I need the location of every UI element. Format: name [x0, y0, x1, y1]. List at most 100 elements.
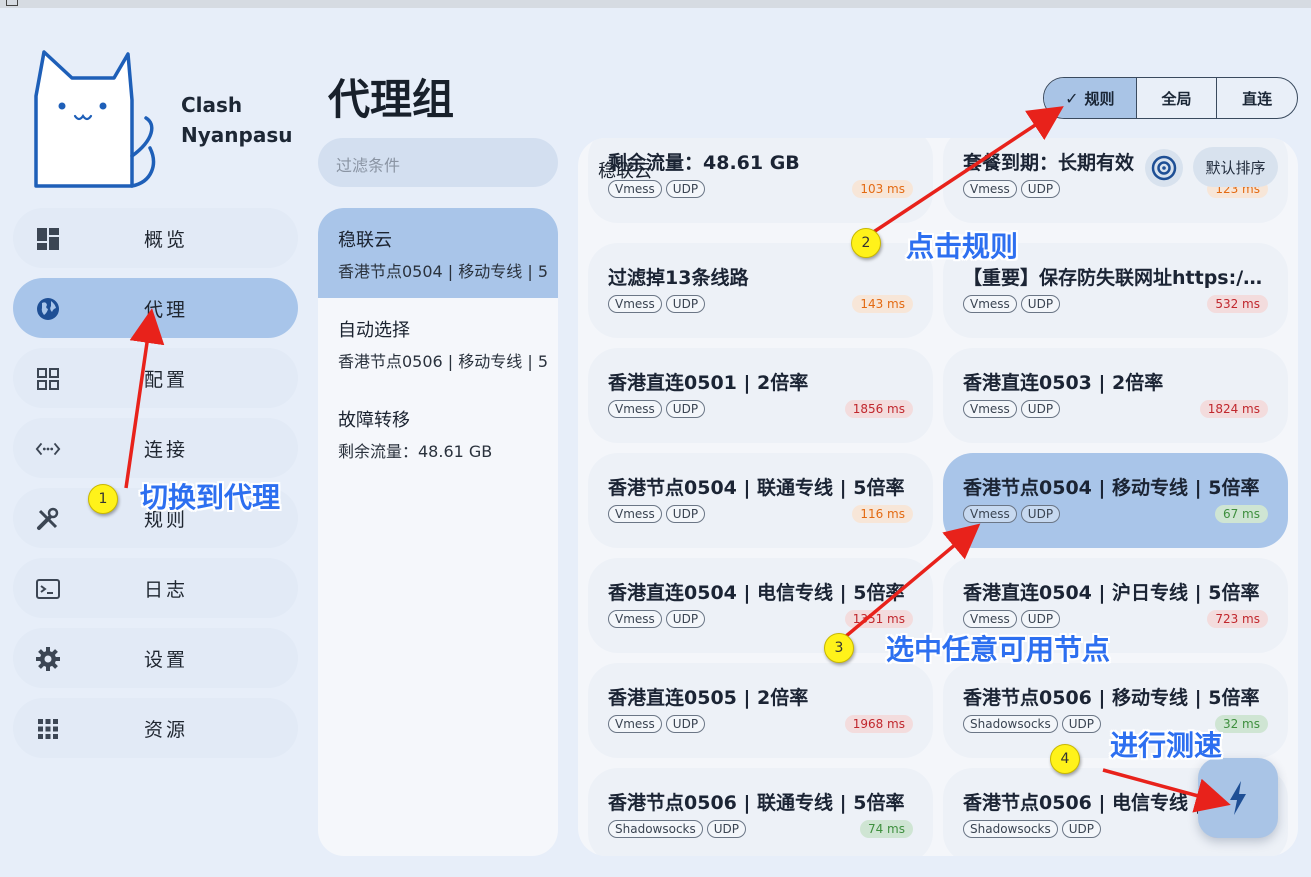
mode-rule-button[interactable]: ✓ 规则 — [1044, 78, 1136, 118]
window-menu-icon[interactable] — [6, 0, 18, 6]
protocol-tag: UDP — [1020, 610, 1061, 628]
protocol-tag: Shadowsocks — [608, 820, 703, 838]
protocol-tag: Shadowsocks — [963, 715, 1058, 733]
proxy-node-tags: Vmess UDP — [963, 295, 1061, 313]
protocol-tag: UDP — [665, 400, 706, 418]
group-name: 故障转移 — [338, 410, 410, 431]
proxy-node-tags: Vmess UDP — [963, 400, 1061, 418]
proxy-node-tags: Vmess UDP — [608, 610, 706, 628]
proxy-group-list: 稳联云 香港节点0504 | 移动专线 | 5倍率 自动选择 香港节点0506 … — [318, 208, 558, 856]
annotation-label-3: 选中任意可用节点 — [886, 633, 1111, 666]
latency-badge[interactable]: 1856 ms — [844, 400, 913, 418]
proxy-node-card[interactable]: 香港直连0503 | 2倍率 Vmess UDP 1824 ms — [943, 348, 1288, 443]
protocol-tag: Vmess — [963, 610, 1017, 628]
app-name-line1: Clash — [181, 93, 243, 117]
protocol-tag: UDP — [665, 715, 706, 733]
sidebar-item-settings[interactable]: 设置 — [13, 628, 298, 688]
proxy-node-name: 【重要】保存防失联网址https:/… — [963, 267, 1263, 289]
speed-test-button[interactable] — [1198, 758, 1278, 838]
sidebar-item-logs[interactable]: 日志 — [13, 558, 298, 618]
group-current-node: 剩余流量：48.61 GB — [338, 442, 493, 461]
group-item[interactable]: 故障转移 剩余流量：48.61 GB — [318, 388, 558, 478]
protocol-tag: Vmess — [963, 295, 1017, 313]
proxy-node-card[interactable]: 香港节点0504 | 移动专线 | 5倍率 Vmess UDP 67 ms — [943, 453, 1288, 548]
sidebar-item-profiles[interactable]: 配置 — [13, 348, 298, 408]
apps-icon — [35, 716, 61, 742]
protocol-tag: Vmess — [963, 505, 1017, 523]
proxy-node-tags: Vmess UDP — [608, 505, 706, 523]
proxy-node-tags: Shadowsocks UDP — [963, 820, 1102, 838]
app-name: Clash Nyanpasu — [181, 90, 292, 150]
filter-input[interactable]: 过滤条件 — [318, 138, 558, 187]
globe-icon — [35, 296, 61, 322]
proxy-node-name: 香港节点0506 | 联通专线 | 5倍率 — [608, 792, 905, 814]
protocol-tag: Shadowsocks — [963, 820, 1058, 838]
proxy-node-name: 香港节点0504 | 联通专线 | 5倍率 — [608, 477, 905, 499]
page-title: 代理组 — [328, 75, 455, 124]
latency-badge[interactable]: 1824 ms — [1199, 400, 1268, 418]
group-item[interactable]: 稳联云 香港节点0504 | 移动专线 | 5倍率 — [318, 208, 558, 298]
latency-badge[interactable]: 143 ms — [852, 295, 913, 313]
proxy-mode-switch: ✓ 规则 全局 直连 — [1043, 77, 1298, 119]
latency-badge[interactable]: 67 ms — [1214, 505, 1268, 523]
mode-label: 全局 — [1161, 89, 1192, 108]
mode-label: 规则 — [1084, 89, 1115, 108]
latency-badge[interactable]: 723 ms — [1207, 610, 1268, 628]
proxy-node-tags: Vmess UDP — [608, 715, 706, 733]
proxy-node-name: 香港直连0504 | 沪日专线 | 5倍率 — [963, 582, 1260, 604]
group-current-node: 香港节点0504 | 移动专线 | 5倍率 — [338, 262, 548, 281]
filter-placeholder: 过滤条件 — [336, 156, 401, 175]
sort-button[interactable]: 默认排序 — [1193, 147, 1278, 187]
latency-badge[interactable]: 74 ms — [859, 820, 913, 838]
sidebar-item-label: 日志 — [144, 579, 189, 601]
gear-icon — [35, 646, 61, 672]
proxy-node-card[interactable]: 香港直连0501 | 2倍率 Vmess UDP 1856 ms — [588, 348, 933, 443]
proxy-node-name: 过滤掉13条线路 — [608, 267, 749, 289]
proxy-node-card[interactable]: 香港节点0506 | 联通专线 | 5倍率 Shadowsocks UDP 74 ms — [588, 768, 933, 856]
sidebar-item-proxy[interactable]: 代理 — [13, 278, 298, 338]
locate-button[interactable] — [1145, 149, 1183, 187]
proxy-node-card[interactable]: 过滤掉13条线路 Vmess UDP 143 ms — [588, 243, 933, 338]
proxy-node-tags: Shadowsocks UDP — [608, 820, 747, 838]
sidebar-item-resources[interactable]: 资源 — [13, 698, 298, 758]
protocol-tag: UDP — [1020, 295, 1061, 313]
proxy-node-name: 香港节点0506 | 移动专线 | 5倍率 — [963, 687, 1260, 709]
proxy-node-tags: Vmess UDP — [963, 180, 1061, 198]
proxy-node-card[interactable]: 香港直连0505 | 2倍率 Vmess UDP 1968 ms — [588, 663, 933, 758]
protocol-tag: UDP — [1061, 820, 1102, 838]
latency-badge[interactable]: 32 ms — [1214, 715, 1268, 733]
proxy-node-tags: Vmess UDP — [608, 295, 706, 313]
proxy-node-card[interactable]: 香港直连0504 | 电信专线 | 5倍率 Vmess UDP 1351 ms — [588, 558, 933, 653]
protocol-tag: UDP — [1020, 400, 1061, 418]
latency-badge[interactable]: 1351 ms — [844, 610, 913, 628]
proxy-node-tags: Vmess UDP — [608, 400, 706, 418]
latency-badge[interactable]: 532 ms — [1207, 295, 1268, 313]
latency-badge[interactable]: 1968 ms — [844, 715, 913, 733]
mode-direct-button[interactable]: 直连 — [1216, 78, 1297, 118]
sidebar-item-overview[interactable]: 概览 — [13, 208, 298, 268]
protocol-tag: Vmess — [963, 400, 1017, 418]
sidebar-item-label: 资源 — [144, 719, 189, 741]
annotation-badge-2: 2 — [851, 228, 881, 258]
sidebar-item-connections[interactable]: 连接 — [13, 418, 298, 478]
proxy-node-tags: Shadowsocks UDP — [963, 715, 1102, 733]
protocol-tag: Vmess — [608, 610, 662, 628]
sidebar-item-label: 代理 — [144, 299, 189, 321]
proxy-panel-title: 稳联云 — [598, 161, 652, 182]
app-name-line2: Nyanpasu — [181, 123, 293, 147]
mode-global-button[interactable]: 全局 — [1135, 78, 1217, 118]
window-titlebar — [0, 0, 1311, 8]
protocol-tag: UDP — [1020, 180, 1061, 198]
target-icon — [1151, 155, 1177, 181]
latency-badge[interactable]: 116 ms — [852, 505, 913, 523]
protocol-tag: Vmess — [608, 295, 662, 313]
proxy-node-card[interactable]: 香港节点0504 | 联通专线 | 5倍率 Vmess UDP 116 ms — [588, 453, 933, 548]
group-name: 稳联云 — [338, 230, 392, 251]
group-item[interactable]: 自动选择 香港节点0506 | 移动专线 | 5倍率 — [318, 298, 558, 388]
latency-badge[interactable]: 103 ms — [852, 180, 913, 198]
protocol-tag: UDP — [665, 180, 706, 198]
proxy-node-name: 香港直连0505 | 2倍率 — [608, 687, 809, 709]
terminal-icon — [35, 576, 61, 602]
group-current-node: 香港节点0506 | 移动专线 | 5倍率 — [338, 352, 548, 371]
annotation-label-2: 点击规则 — [906, 230, 1019, 263]
